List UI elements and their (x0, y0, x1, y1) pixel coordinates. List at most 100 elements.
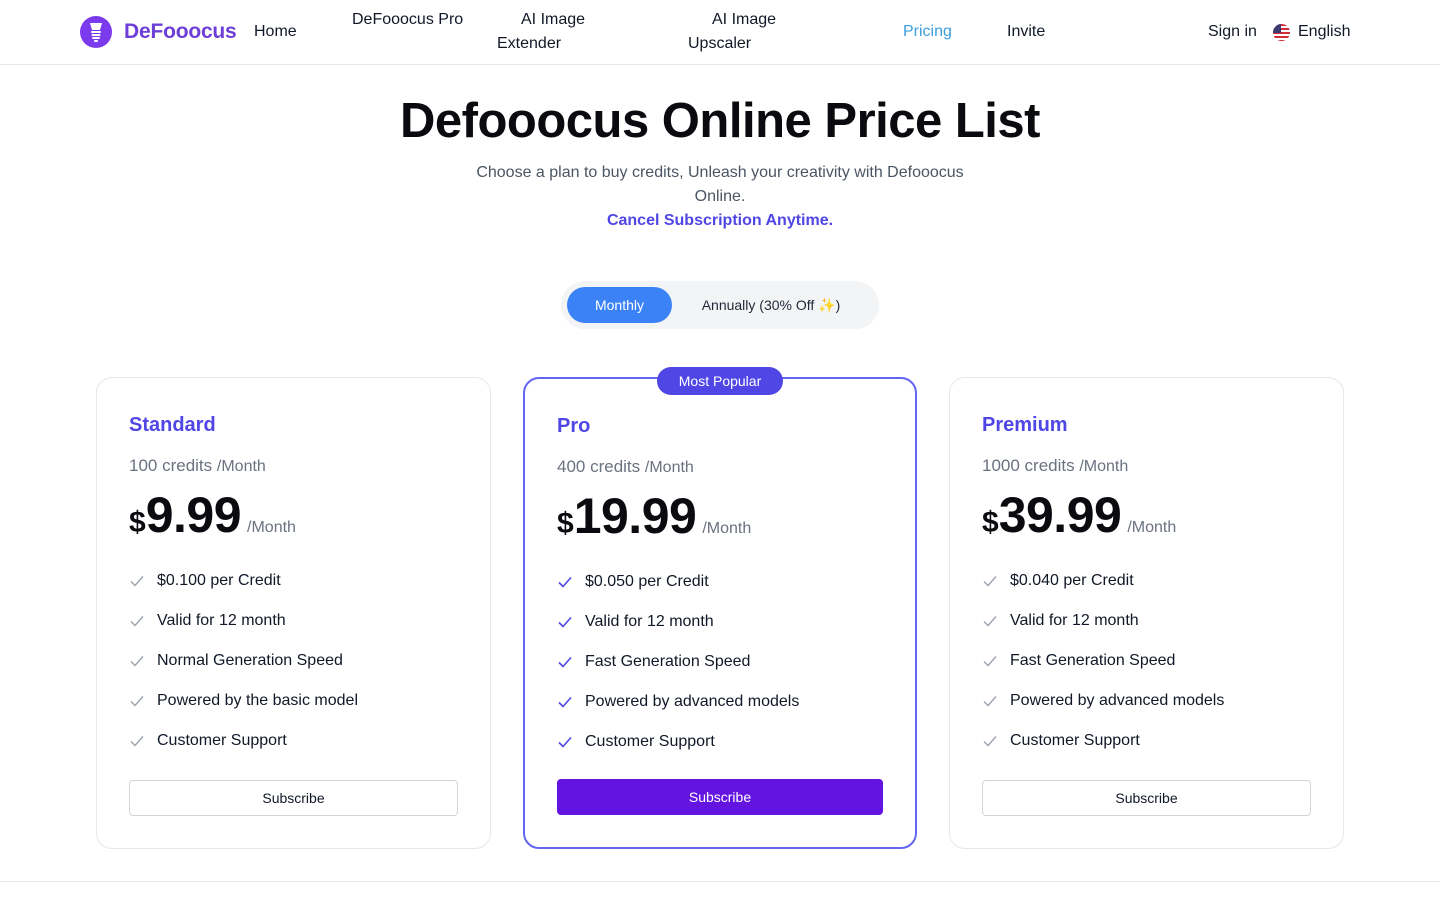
feature-item: Powered by the basic model (129, 681, 458, 721)
feature-item: $0.040 per Credit (982, 561, 1311, 601)
brand-logo-link[interactable]: DeFooocus (80, 16, 237, 48)
brand-name: DeFooocus (124, 20, 237, 43)
check-icon (983, 616, 997, 627)
nav-invite[interactable]: Invite (1007, 20, 1045, 44)
billing-period-toggle: Monthly Annually (30% Off ✨) (561, 281, 879, 329)
feature-text: $0.100 per Credit (157, 572, 281, 589)
check-icon (130, 616, 144, 627)
feature-text: Fast Generation Speed (1010, 652, 1176, 669)
feature-text: $0.050 per Credit (585, 573, 709, 590)
currency-symbol: $ (557, 507, 574, 540)
check-icon (983, 576, 997, 587)
price-amount: 19.99 (573, 488, 697, 544)
feature-text: Powered by advanced models (585, 693, 800, 710)
plan-card-standard: Standard 100 credits /Month $ 9.99 /Mont… (96, 377, 491, 849)
plan-price: $ 39.99 /Month (982, 485, 1311, 545)
plan-credits: 100 credits /Month (129, 454, 458, 479)
credits-amount: 100 credits (129, 456, 213, 475)
subscribe-button-pro[interactable]: Subscribe (557, 779, 883, 815)
feature-item: Valid for 12 month (982, 601, 1311, 641)
credits-amount: 1000 credits (982, 456, 1075, 475)
sign-in-link[interactable]: Sign in (1208, 20, 1257, 44)
nav-defooocus-pro[interactable]: DeFooocus Pro (328, 8, 468, 32)
check-icon (130, 576, 144, 587)
feature-text: Customer Support (585, 733, 715, 750)
feature-item: Fast Generation Speed (982, 641, 1311, 681)
feature-text: Powered by advanced models (1010, 692, 1225, 709)
feature-item: $0.100 per Credit (129, 561, 458, 601)
feature-item: $0.050 per Credit (557, 562, 883, 602)
price-period: /Month (702, 520, 752, 537)
credits-period: /Month (644, 459, 694, 476)
plan-name: Pro (557, 415, 591, 437)
page-title: Defooocus Online Price List (400, 94, 1040, 148)
feature-text: Fast Generation Speed (585, 653, 751, 670)
currency-symbol: $ (982, 506, 999, 539)
feature-text: $0.040 per Credit (1010, 572, 1134, 589)
subscribe-button-standard[interactable]: Subscribe (129, 780, 458, 816)
language-label: English (1298, 23, 1351, 40)
feature-text: Customer Support (157, 732, 287, 749)
cancel-anytime-note: Cancel Subscription Anytime. (606, 212, 834, 229)
price-period: /Month (247, 519, 296, 536)
feature-text: Customer Support (1010, 732, 1140, 749)
credits-period: /Month (216, 458, 266, 475)
plan-credits: 1000 credits /Month (982, 454, 1311, 479)
feature-item: Customer Support (129, 721, 458, 761)
check-icon (558, 696, 572, 708)
check-icon (983, 736, 997, 747)
us-flag-icon (1273, 23, 1290, 41)
feature-text: Normal Generation Speed (157, 652, 343, 669)
plan-name: Standard (129, 414, 216, 436)
annually-option[interactable]: Annually (30% Off ✨) (672, 287, 870, 323)
plan-credits: 400 credits /Month (557, 455, 883, 480)
feature-text: Valid for 12 month (585, 613, 714, 630)
nav-ai-image-extender[interactable]: AI Image Extender (497, 8, 617, 56)
monthly-option[interactable]: Monthly (567, 287, 672, 323)
language-selector[interactable]: English (1273, 20, 1350, 44)
feature-list: $0.100 per Credit Valid for 12 month Nor… (129, 561, 458, 761)
plan-price: $ 19.99 /Month (557, 486, 883, 546)
nav-home[interactable]: Home (254, 20, 297, 44)
price-period: /Month (1127, 519, 1177, 536)
plan-name: Premium (982, 414, 1068, 436)
feature-item: Customer Support (982, 721, 1311, 761)
check-icon (130, 736, 144, 747)
plan-card-pro: Most Popular Pro 400 credits /Month $ 19… (523, 367, 917, 849)
credits-period: /Month (1079, 458, 1129, 475)
feature-list: $0.050 per Credit Valid for 12 month Fas… (557, 562, 883, 762)
feature-item: Powered by advanced models (557, 682, 883, 722)
page-subtitle: Choose a plan to buy credits, Unleash yo… (476, 164, 964, 205)
currency-symbol: $ (129, 506, 146, 539)
top-navigation-bar: DeFooocus Home DeFooocus Pro AI Image Ex… (0, 0, 1440, 65)
check-icon (558, 656, 572, 668)
plan-price: $ 9.99 /Month (129, 485, 458, 545)
plan-card-premium: Premium 1000 credits /Month $ 39.99 /Mon… (949, 377, 1344, 849)
nav-ai-image-upscaler[interactable]: AI Image Upscaler (688, 8, 808, 56)
feature-text: Valid for 12 month (157, 612, 286, 629)
price-amount: 39.99 (998, 487, 1122, 543)
feature-text: Valid for 12 month (1010, 612, 1139, 629)
check-icon (558, 736, 572, 748)
feature-item: Valid for 12 month (557, 602, 883, 642)
feature-list: $0.040 per Credit Valid for 12 month Fas… (982, 561, 1311, 761)
feature-item: Powered by advanced models (982, 681, 1311, 721)
check-icon (983, 696, 997, 707)
feature-item: Customer Support (557, 722, 883, 762)
most-popular-badge: Most Popular (657, 367, 783, 395)
check-icon (130, 696, 144, 707)
subscribe-button-premium[interactable]: Subscribe (982, 780, 1311, 816)
credits-amount: 400 credits (557, 457, 641, 476)
check-icon (983, 656, 997, 667)
lightbulb-logo-icon (80, 16, 112, 48)
feature-item: Normal Generation Speed (129, 641, 458, 681)
section-divider (0, 881, 1440, 882)
check-icon (558, 576, 572, 588)
check-icon (558, 616, 572, 628)
price-amount: 9.99 (145, 487, 242, 543)
feature-item: Valid for 12 month (129, 601, 458, 641)
feature-item: Fast Generation Speed (557, 642, 883, 682)
check-icon (130, 656, 144, 667)
nav-pricing[interactable]: Pricing (903, 20, 952, 44)
feature-text: Powered by the basic model (157, 692, 358, 709)
